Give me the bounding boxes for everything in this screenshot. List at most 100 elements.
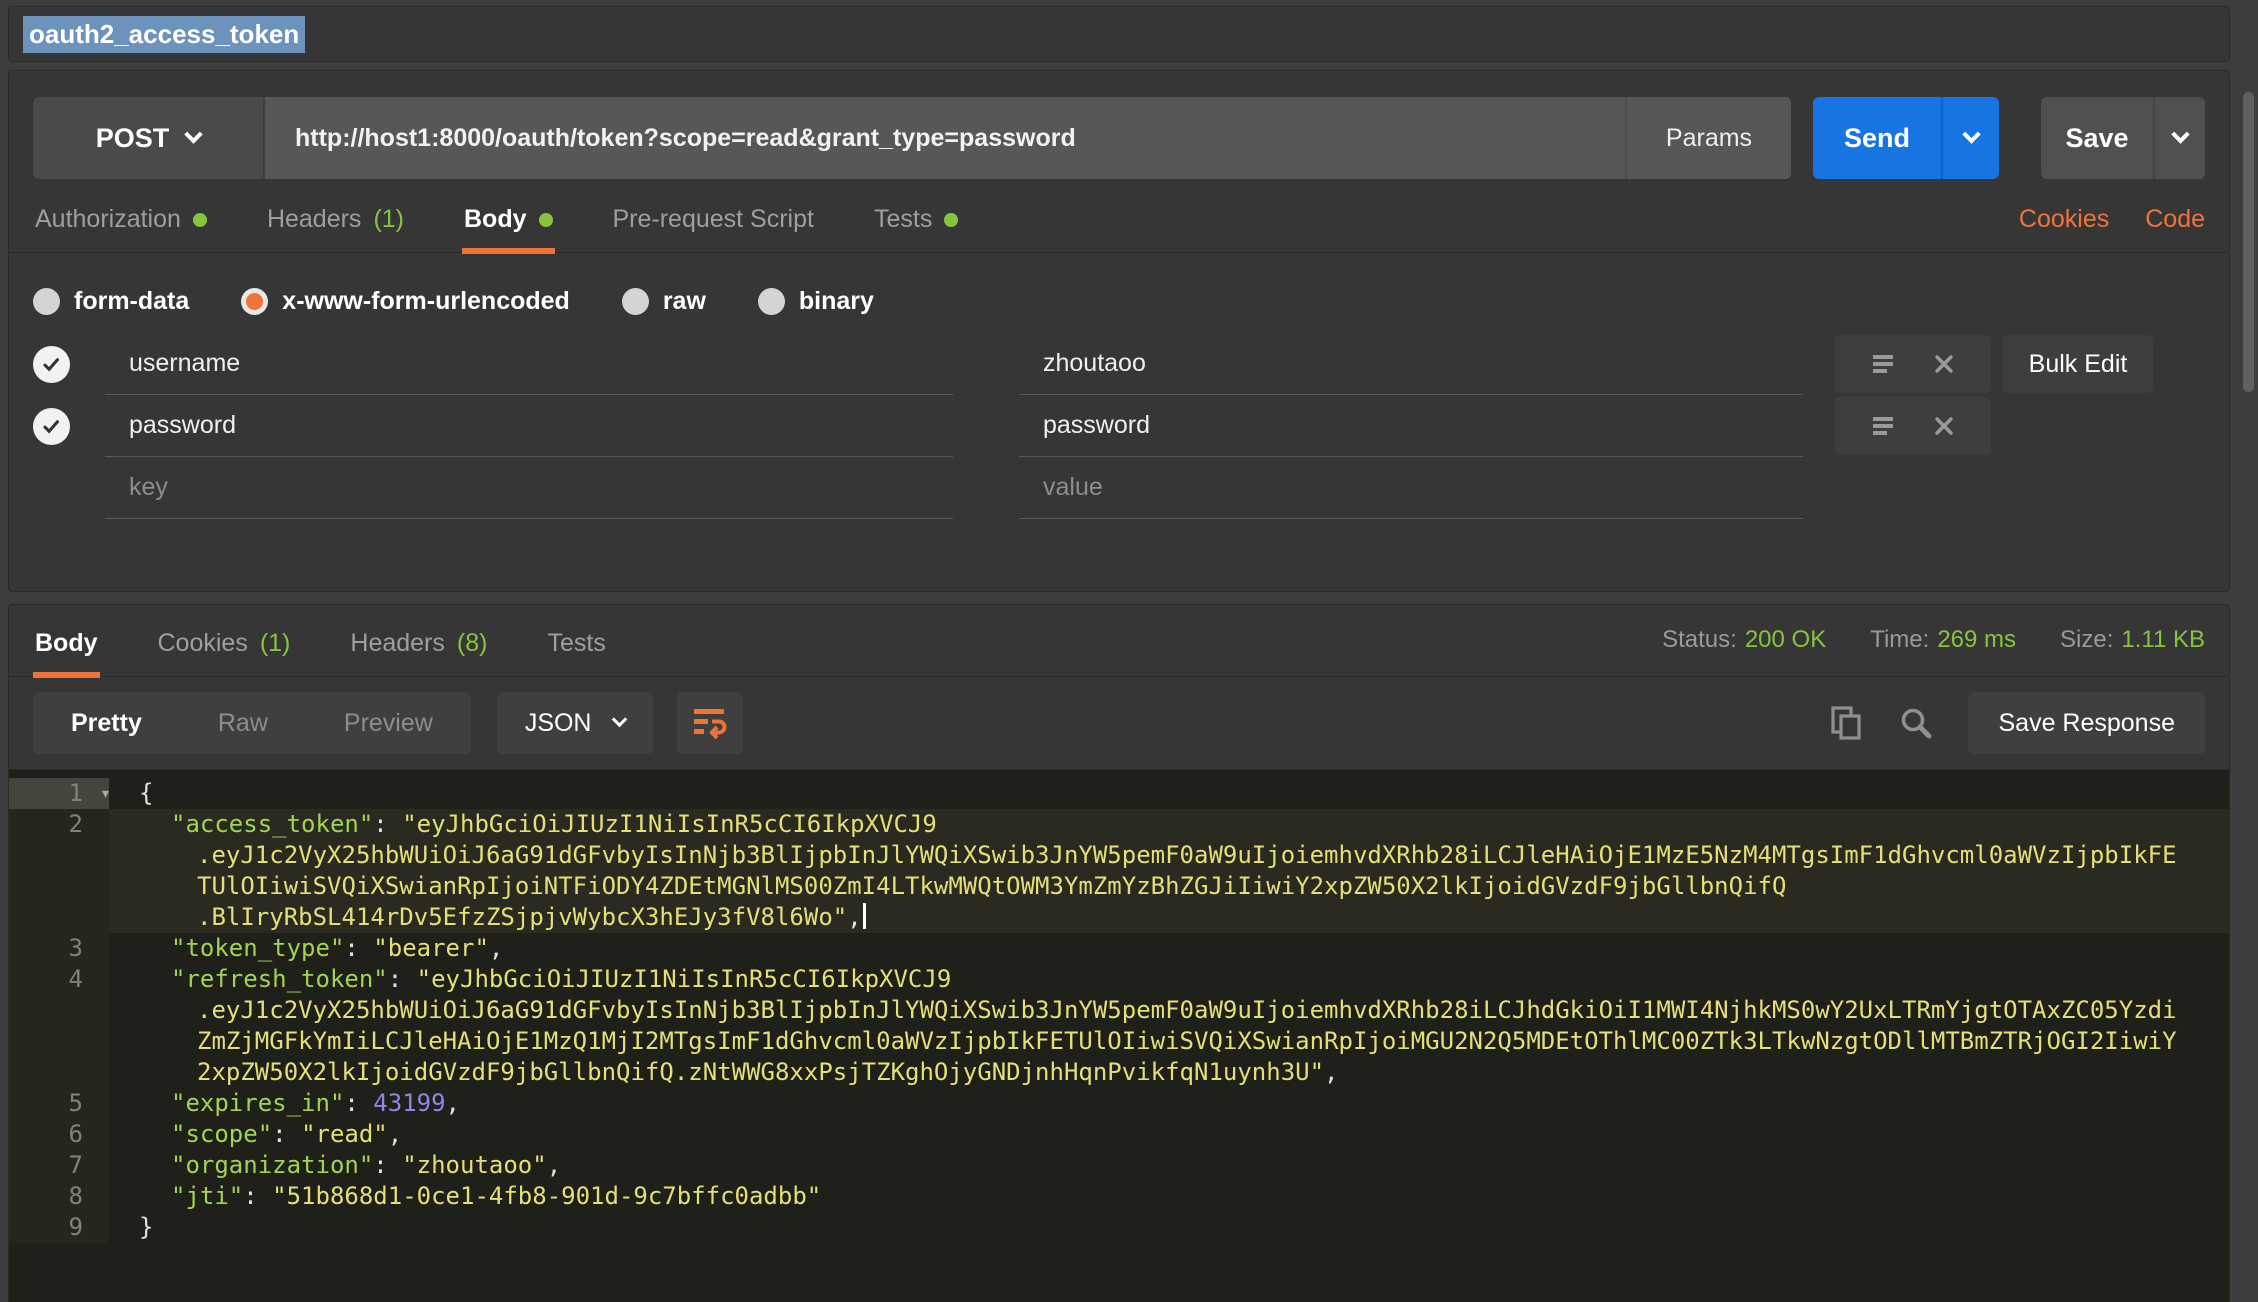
tab-authorization[interactable]: Authorization — [33, 205, 209, 252]
code-token: "bearer" — [373, 934, 489, 962]
bulk-menu-icon[interactable] — [1871, 415, 1897, 437]
request-builder-panel: POST http://host1:8000/oauth/token?scope… — [8, 70, 2230, 592]
method-dropdown[interactable]: POST — [33, 97, 265, 179]
kv-row-empty: key value — [33, 457, 1991, 519]
code-token: "eyJhbGciOiJIUzI1NiIsInR5cCI6IkpXVCJ9 — [402, 810, 937, 838]
code-row: 2"access_token": "eyJhbGciOiJIUzI1NiIsIn… — [9, 809, 2229, 840]
key-input[interactable]: key — [105, 457, 953, 519]
code-token: : — [388, 965, 417, 993]
code-row: .BlIryRbSL414rDv5EfzZSjpjvWybcX3hEJy3fV8… — [9, 902, 2229, 933]
save-button[interactable]: Save — [2041, 97, 2153, 179]
url-text: http://host1:8000/oauth/token?scope=read… — [295, 124, 1076, 153]
code-row: 2xpZW50X2lkIjoidGVzdF9jbGllbnQifQ.zNtWWG… — [9, 1057, 2229, 1088]
chevron-down-icon — [611, 711, 627, 727]
search-icon[interactable] — [1898, 705, 1934, 741]
radio-icon — [622, 288, 649, 315]
radio-binary[interactable]: binary — [758, 287, 874, 316]
format-dropdown[interactable]: JSON — [497, 692, 653, 754]
code-line: "jti": "51b868d1-0ce1-4fb8-901d-9c7bffc0… — [109, 1181, 821, 1212]
radio-form-data[interactable]: form-data — [33, 287, 189, 316]
value-input[interactable]: zhoutaoo — [1019, 333, 1803, 395]
code-line: 2xpZW50X2lkIjoidGVzdF9jbGllbnQifQ.zNtWWG… — [109, 1057, 1339, 1088]
size-badge: Size:1.11 KB — [2060, 626, 2205, 654]
time-badge: Time:269 ms — [1870, 626, 2016, 654]
code-row: 1▾{ — [9, 778, 2229, 809]
fold-arrow-icon[interactable]: ▾ — [100, 778, 111, 809]
bulk-menu-icon[interactable] — [1871, 353, 1897, 375]
code-token: , — [489, 934, 503, 962]
wrap-text-icon — [692, 706, 728, 740]
send-dropdown-button[interactable] — [1941, 97, 1999, 179]
radio-x-www-form-urlencoded[interactable]: x-www-form-urlencoded — [241, 287, 570, 316]
code-token: "eyJhbGciOiJIUzI1NiIsInR5cCI6IkpXVCJ9 — [417, 965, 952, 993]
code-row: ZmZjMGFkYmIiLCJleHAiOjE1MzQ1MjI2MTgsImF1… — [9, 1026, 2229, 1057]
response-toolbar: Pretty Raw Preview JSON — [9, 677, 2229, 769]
save-response-button[interactable]: Save Response — [1968, 692, 2205, 754]
key-value-editor: username zhoutaoo password — [33, 333, 2205, 519]
scrollbar-thumb[interactable] — [2243, 92, 2254, 392]
view-preview-button[interactable]: Preview — [306, 692, 471, 754]
radio-raw[interactable]: raw — [622, 287, 706, 316]
value-input[interactable]: value — [1019, 457, 1803, 519]
row-enabled-checkbox[interactable] — [33, 408, 70, 445]
code-token: : — [373, 810, 402, 838]
params-button[interactable]: Params — [1625, 97, 1791, 179]
row-actions — [1835, 397, 1991, 455]
line-number-gutter — [9, 1026, 109, 1057]
code-token: "51b868d1-0ce1-4fb8-901d-9c7bffc0adbb" — [272, 1182, 821, 1210]
view-pretty-button[interactable]: Pretty — [33, 692, 180, 754]
green-dot-icon — [193, 213, 207, 227]
request-tab-title[interactable]: oauth2_access_token — [23, 16, 305, 53]
tab-headers[interactable]: Headers (1) — [265, 205, 406, 252]
wrap-text-button[interactable] — [677, 692, 743, 754]
code-row: 8"jti": "51b868d1-0ce1-4fb8-901d-9c7bffc… — [9, 1181, 2229, 1212]
response-body-editor[interactable]: 1▾{2"access_token": "eyJhbGciOiJIUzI1NiI… — [9, 769, 2229, 1302]
line-number: 5 — [69, 1089, 93, 1117]
delete-row-icon[interactable] — [1933, 415, 1955, 437]
key-input[interactable]: username — [105, 333, 953, 395]
save-dropdown-button[interactable] — [2153, 97, 2205, 179]
tab-pre-request-script[interactable]: Pre-request Script — [611, 205, 816, 252]
response-tab-tests[interactable]: Tests — [545, 629, 607, 676]
response-tab-headers[interactable]: Headers (8) — [348, 629, 489, 676]
code-row: 9} — [9, 1212, 2229, 1243]
page-scrollbar[interactable] — [2238, 0, 2258, 1302]
url-group: POST http://host1:8000/oauth/token?scope… — [33, 97, 1791, 179]
tab-body[interactable]: Body — [462, 205, 555, 252]
code-token: : — [272, 1120, 301, 1148]
code-token: "zhoutaoo" — [402, 1151, 547, 1179]
value-input[interactable]: password — [1019, 395, 1803, 457]
response-tab-body[interactable]: Body — [33, 629, 100, 676]
line-number: 7 — [69, 1151, 93, 1179]
key-input[interactable]: password — [105, 395, 953, 457]
code-line: } — [109, 1212, 153, 1243]
row-enabled-checkbox[interactable] — [33, 346, 70, 383]
code-line: TUlOIiwiSVQiXSwianRpIjoiNTFiODY4ZDEtMGNl… — [109, 871, 1786, 902]
radio-icon — [758, 288, 785, 315]
tab-tests[interactable]: Tests — [872, 205, 960, 252]
send-button-group: Send — [1813, 97, 1999, 179]
bulk-edit-button[interactable]: Bulk Edit — [2003, 335, 2153, 393]
request-tabs: Authorization Headers (1) Body Pre-reque… — [9, 187, 2229, 253]
copy-icon[interactable] — [1830, 705, 1864, 741]
response-tab-cookies[interactable]: Cookies (1) — [156, 629, 293, 676]
code-line: "refresh_token": "eyJhbGciOiJIUzI1NiIsIn… — [109, 964, 951, 995]
code-token: : — [243, 1182, 272, 1210]
code-token: : — [344, 934, 373, 962]
text-cursor — [863, 903, 866, 929]
line-number: 4 — [69, 965, 93, 993]
cookies-link[interactable]: Cookies — [2019, 205, 2109, 234]
green-dot-icon — [539, 213, 553, 227]
view-raw-button[interactable]: Raw — [180, 692, 306, 754]
send-button[interactable]: Send — [1813, 97, 1941, 179]
url-input[interactable]: http://host1:8000/oauth/token?scope=read… — [265, 97, 1625, 179]
code-line: "organization": "zhoutaoo", — [109, 1150, 561, 1181]
delete-row-icon[interactable] — [1933, 353, 1955, 375]
code-line: .eyJ1c2VyX25hbWUiOiJ6aG91dGFvbyIsInNjb3B… — [109, 995, 2177, 1026]
line-number: 1 — [69, 779, 93, 807]
code-link[interactable]: Code — [2145, 205, 2205, 234]
code-token: "jti" — [171, 1182, 243, 1210]
request-tab-header: oauth2_access_token — [8, 6, 2230, 62]
code-row: 3"token_type": "bearer", — [9, 933, 2229, 964]
code-token: } — [139, 1213, 153, 1241]
